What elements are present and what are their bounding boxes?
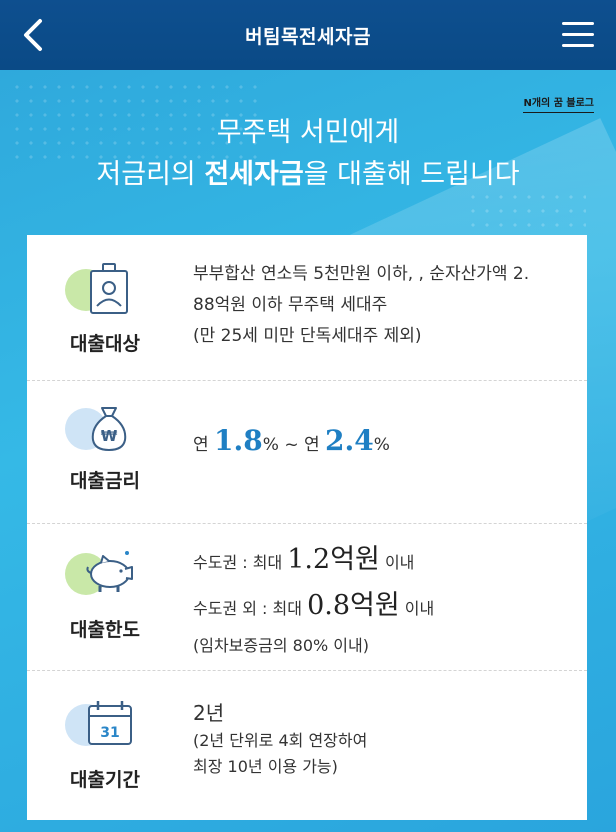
period-note: 최장 10년 이용 가능) bbox=[193, 757, 338, 776]
piggy-bank-icon bbox=[65, 547, 145, 607]
rate-min-value: 1.8 bbox=[214, 424, 263, 457]
loan-limit-row: 대출한도 수도권 : 최대 1.2억원 이내 수도권 외 : 최대 0.8억원 … bbox=[27, 523, 587, 670]
rate-separator: ~ 연 bbox=[278, 435, 326, 455]
blog-watermark: N개의 꿈 블로그 bbox=[523, 94, 594, 113]
limit-value: 1.2억원 bbox=[287, 544, 380, 575]
page-title: 버팀목전세자금 bbox=[245, 25, 371, 48]
limit-capital-line: 수도권 : 최대 1.2억원 이내 bbox=[193, 537, 573, 583]
loan-period-text: 2년 (2년 단위로 4회 연장하여 최장 10년 이용 가능) bbox=[193, 698, 573, 780]
loan-period-row: 31 대출기간 2년 (2년 단위로 4회 연장하여 최장 10년 이용 가능) bbox=[27, 670, 587, 820]
calendar-icon: 31 bbox=[65, 698, 145, 758]
limit-label: 수도권 외 : 최대 bbox=[193, 599, 308, 618]
headline-text: 저금리의 bbox=[96, 159, 205, 190]
limit-note: (임차보증금의 80% 이내) bbox=[193, 636, 369, 655]
top-navigation-bar: 버팀목전세자금 bbox=[0, 0, 616, 70]
limit-value: 0.8억원 bbox=[307, 590, 400, 621]
hero-headline: 무주택 서민에게 저금리의 전세자금을 대출해 드립니다 bbox=[0, 112, 616, 196]
hamburger-menu-icon[interactable] bbox=[562, 22, 594, 48]
headline-emphasis: 전세자금 bbox=[204, 159, 304, 190]
period-note: (2년 단위로 4회 연장하여 bbox=[193, 731, 368, 750]
loan-target-text: 부부합산 연소득 5천만원 이하, , 순자산가액 2. 88억원 이하 무주택… bbox=[193, 259, 573, 352]
limit-other-line: 수도권 외 : 최대 0.8억원 이내 bbox=[193, 583, 573, 629]
loan-target-row: 대출대상 부부합산 연소득 5천만원 이하, , 순자산가액 2. 88억원 이… bbox=[27, 235, 587, 380]
loan-info-card: 대출대상 부부합산 연소득 5천만원 이하, , 순자산가액 2. 88억원 이… bbox=[27, 235, 587, 820]
money-bag-icon: ₩ bbox=[65, 402, 145, 462]
limit-suffix: 이내 bbox=[379, 553, 415, 572]
text-line: (만 25세 미만 단독세대주 제외) bbox=[193, 326, 422, 346]
hero-banner: N개의 꿈 블로그 무주택 서민에게 저금리의 전세자금을 대출해 드립니다 대… bbox=[0, 70, 616, 832]
row-label: 대출한도 bbox=[70, 619, 140, 641]
decorative-dots bbox=[466, 190, 586, 230]
rate-prefix: 연 bbox=[193, 435, 215, 455]
text-line: 88억원 이하 무주택 세대주 bbox=[193, 295, 388, 315]
calendar-day: 31 bbox=[100, 725, 119, 741]
headline-text: 을 대출해 드립니다 bbox=[303, 159, 520, 190]
rate-unit: % bbox=[262, 435, 279, 455]
id-badge-icon bbox=[65, 263, 145, 323]
chevron-left-icon[interactable] bbox=[18, 17, 52, 53]
headline-line-1: 무주택 서민에게 bbox=[216, 117, 400, 148]
row-label: 대출기간 bbox=[70, 769, 140, 791]
period-value: 2년 bbox=[193, 701, 225, 725]
loan-rate-row: ₩ 대출금리 연 1.8% ~ 연 2.4% bbox=[27, 380, 587, 523]
row-label: 대출대상 bbox=[70, 333, 140, 355]
headline-line-2: 저금리의 전세자금을 대출해 드립니다 bbox=[0, 154, 616, 196]
rate-max-value: 2.4 bbox=[325, 424, 374, 457]
loan-rate-text: 연 1.8% ~ 연 2.4% bbox=[193, 424, 573, 457]
loan-limit-text: 수도권 : 최대 1.2억원 이내 수도권 외 : 최대 0.8억원 이내 (임… bbox=[193, 537, 573, 659]
limit-suffix: 이내 bbox=[399, 599, 435, 618]
limit-label: 수도권 : 최대 bbox=[193, 553, 288, 572]
text-line: 부부합산 연소득 5천만원 이하, , 순자산가액 2. bbox=[193, 264, 530, 284]
row-label: 대출금리 bbox=[70, 470, 140, 492]
rate-unit: % bbox=[373, 435, 390, 455]
svg-text:₩: ₩ bbox=[101, 427, 118, 445]
